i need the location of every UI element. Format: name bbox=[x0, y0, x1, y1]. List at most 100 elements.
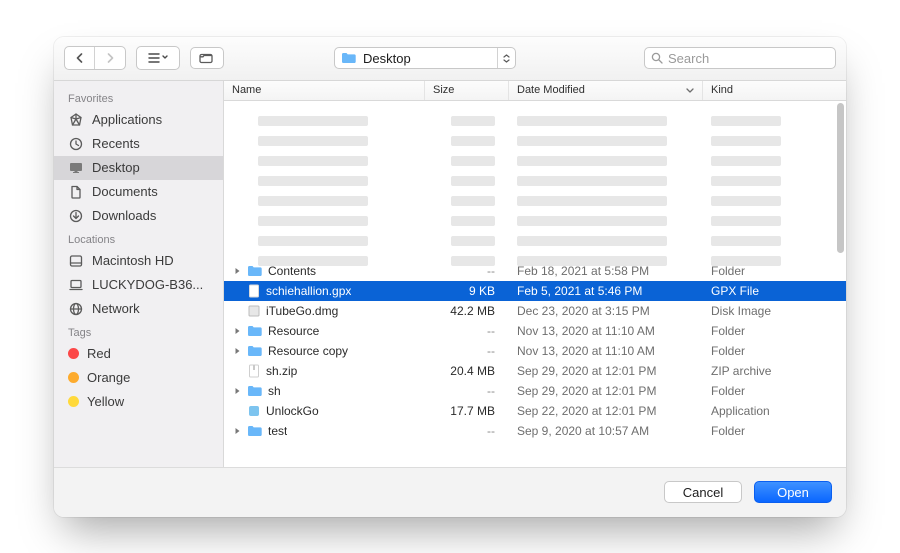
folder-icon bbox=[247, 325, 263, 337]
group-button[interactable] bbox=[190, 47, 224, 69]
search-icon bbox=[651, 52, 663, 64]
sidebar-item-label: Downloads bbox=[92, 208, 156, 223]
file-date: Sep 22, 2020 at 12:01 PM bbox=[509, 404, 703, 418]
laptop-icon bbox=[68, 278, 84, 292]
file-row[interactable]: iTubeGo.dmg42.2 MBDec 23, 2020 at 3:15 P… bbox=[224, 301, 846, 321]
apps-icon bbox=[68, 113, 84, 127]
sidebar-item-label: Macintosh HD bbox=[92, 253, 174, 268]
sidebar-section-header: Favorites bbox=[54, 87, 223, 108]
file-name: sh bbox=[268, 384, 281, 398]
file-size: 42.2 MB bbox=[425, 304, 509, 318]
sidebar-section-header: Locations bbox=[54, 228, 223, 249]
sidebar-item[interactable]: Yellow bbox=[54, 390, 223, 414]
sidebar-item-label: Applications bbox=[92, 112, 162, 127]
toolbar: Desktop Search bbox=[54, 37, 846, 81]
disclosure-triangle-icon[interactable] bbox=[232, 427, 242, 435]
sidebar-item-label: LUCKYDOG-B36... bbox=[92, 277, 203, 292]
file-row[interactable]: test--Sep 9, 2020 at 10:57 AMFolder bbox=[224, 421, 846, 441]
path-popup[interactable]: Desktop bbox=[334, 47, 516, 69]
column-headers: Name Size Date Modified Kind bbox=[224, 81, 846, 101]
cancel-button[interactable]: Cancel bbox=[664, 481, 742, 503]
sidebar-item[interactable]: Desktop bbox=[54, 156, 223, 180]
sidebar-section-header: Tags bbox=[54, 321, 223, 342]
column-date[interactable]: Date Modified bbox=[509, 81, 703, 100]
column-kind[interactable]: Kind bbox=[703, 81, 846, 100]
file-name: Resource bbox=[268, 324, 319, 338]
sidebar-item[interactable]: Red bbox=[54, 342, 223, 366]
file-row[interactable]: Resource--Nov 13, 2020 at 11:10 AMFolder bbox=[224, 321, 846, 341]
folder-icon bbox=[341, 52, 357, 64]
disclosure-triangle-icon[interactable] bbox=[232, 267, 242, 275]
search-input[interactable]: Search bbox=[644, 47, 836, 69]
file-date: Feb 5, 2021 at 5:46 PM bbox=[509, 284, 703, 298]
sidebar-item[interactable]: Documents bbox=[54, 180, 223, 204]
sidebar-item-label: Recents bbox=[92, 136, 140, 151]
archive-icon bbox=[247, 364, 261, 378]
sidebar-item[interactable]: Downloads bbox=[54, 204, 223, 228]
sidebar-item[interactable]: LUCKYDOG-B36... bbox=[54, 273, 223, 297]
back-button[interactable] bbox=[65, 47, 95, 69]
nav-buttons bbox=[64, 46, 126, 70]
tag-dot-icon bbox=[68, 348, 79, 359]
column-size[interactable]: Size bbox=[425, 81, 509, 100]
file-date: Sep 29, 2020 at 12:01 PM bbox=[509, 384, 703, 398]
sidebar-item[interactable]: Recents bbox=[54, 132, 223, 156]
disk-image-icon bbox=[247, 304, 261, 318]
disclosure-triangle-icon[interactable] bbox=[232, 327, 242, 335]
file-open-dialog: Desktop Search Favorites Applications Rece… bbox=[54, 37, 846, 517]
doc-icon bbox=[68, 185, 84, 199]
sidebar-item-label: Red bbox=[87, 346, 111, 361]
dialog-body: Favorites Applications Recents Desktop Docum… bbox=[54, 81, 846, 467]
disclosure-triangle-icon[interactable] bbox=[232, 387, 242, 395]
chevron-right-icon bbox=[106, 53, 115, 63]
file-kind: Application bbox=[703, 404, 846, 418]
sidebar-item-label: Yellow bbox=[87, 394, 124, 409]
disclosure-triangle-icon[interactable] bbox=[232, 347, 242, 355]
sidebar-item[interactable]: Orange bbox=[54, 366, 223, 390]
tag-dot-icon bbox=[68, 396, 79, 407]
sidebar-item[interactable]: Network bbox=[54, 297, 223, 321]
file-kind: ZIP archive bbox=[703, 364, 846, 378]
search-placeholder: Search bbox=[668, 51, 709, 66]
footer: Cancel Open bbox=[54, 467, 846, 517]
chevron-left-icon bbox=[75, 53, 84, 63]
file-list: Name Size Date Modified Kind Contents--F… bbox=[224, 81, 846, 467]
sidebar-item[interactable]: Applications bbox=[54, 108, 223, 132]
file-row-disabled bbox=[224, 101, 846, 121]
file-kind: Folder bbox=[703, 384, 846, 398]
sidebar-item[interactable]: Macintosh HD bbox=[54, 249, 223, 273]
open-button[interactable]: Open bbox=[754, 481, 832, 503]
forward-button[interactable] bbox=[95, 47, 125, 69]
file-name: Resource copy bbox=[268, 344, 348, 358]
app-icon bbox=[247, 404, 261, 418]
file-kind: Folder bbox=[703, 264, 846, 278]
file-date: Feb 18, 2021 at 5:58 PM bbox=[509, 264, 703, 278]
file-date: Sep 29, 2020 at 12:01 PM bbox=[509, 364, 703, 378]
folder-icon bbox=[247, 265, 263, 277]
globe-icon bbox=[68, 302, 84, 316]
rows[interactable]: Contents--Feb 18, 2021 at 5:58 PMFolders… bbox=[224, 101, 846, 467]
file-row[interactable]: UnlockGo17.7 MBSep 22, 2020 at 12:01 PMA… bbox=[224, 401, 846, 421]
sidebar-item-label: Network bbox=[92, 301, 140, 316]
desktop-icon bbox=[68, 161, 84, 175]
file-row[interactable]: schiehallion.gpx9 KBFeb 5, 2021 at 5:46 … bbox=[224, 281, 846, 301]
file-row[interactable]: sh--Sep 29, 2020 at 12:01 PMFolder bbox=[224, 381, 846, 401]
file-date: Dec 23, 2020 at 3:15 PM bbox=[509, 304, 703, 318]
file-date: Nov 13, 2020 at 11:10 AM bbox=[509, 324, 703, 338]
view-mode-button[interactable] bbox=[136, 46, 180, 70]
folder-icon bbox=[247, 425, 263, 437]
file-icon bbox=[247, 284, 261, 298]
current-folder: Desktop bbox=[363, 51, 411, 66]
column-name[interactable]: Name bbox=[224, 81, 425, 100]
file-kind: Folder bbox=[703, 424, 846, 438]
file-date: Sep 9, 2020 at 10:57 AM bbox=[509, 424, 703, 438]
file-row[interactable]: sh.zip20.4 MBSep 29, 2020 at 12:01 PMZIP… bbox=[224, 361, 846, 381]
sidebar-item-label: Desktop bbox=[92, 160, 140, 175]
file-name: Contents bbox=[268, 264, 316, 278]
hdd-icon bbox=[68, 254, 84, 268]
file-row[interactable]: Resource copy--Nov 13, 2020 at 11:10 AMF… bbox=[224, 341, 846, 361]
file-size: -- bbox=[425, 264, 509, 278]
scrollbar[interactable] bbox=[837, 103, 844, 253]
file-size: -- bbox=[425, 344, 509, 358]
sort-descending-icon bbox=[686, 88, 694, 93]
